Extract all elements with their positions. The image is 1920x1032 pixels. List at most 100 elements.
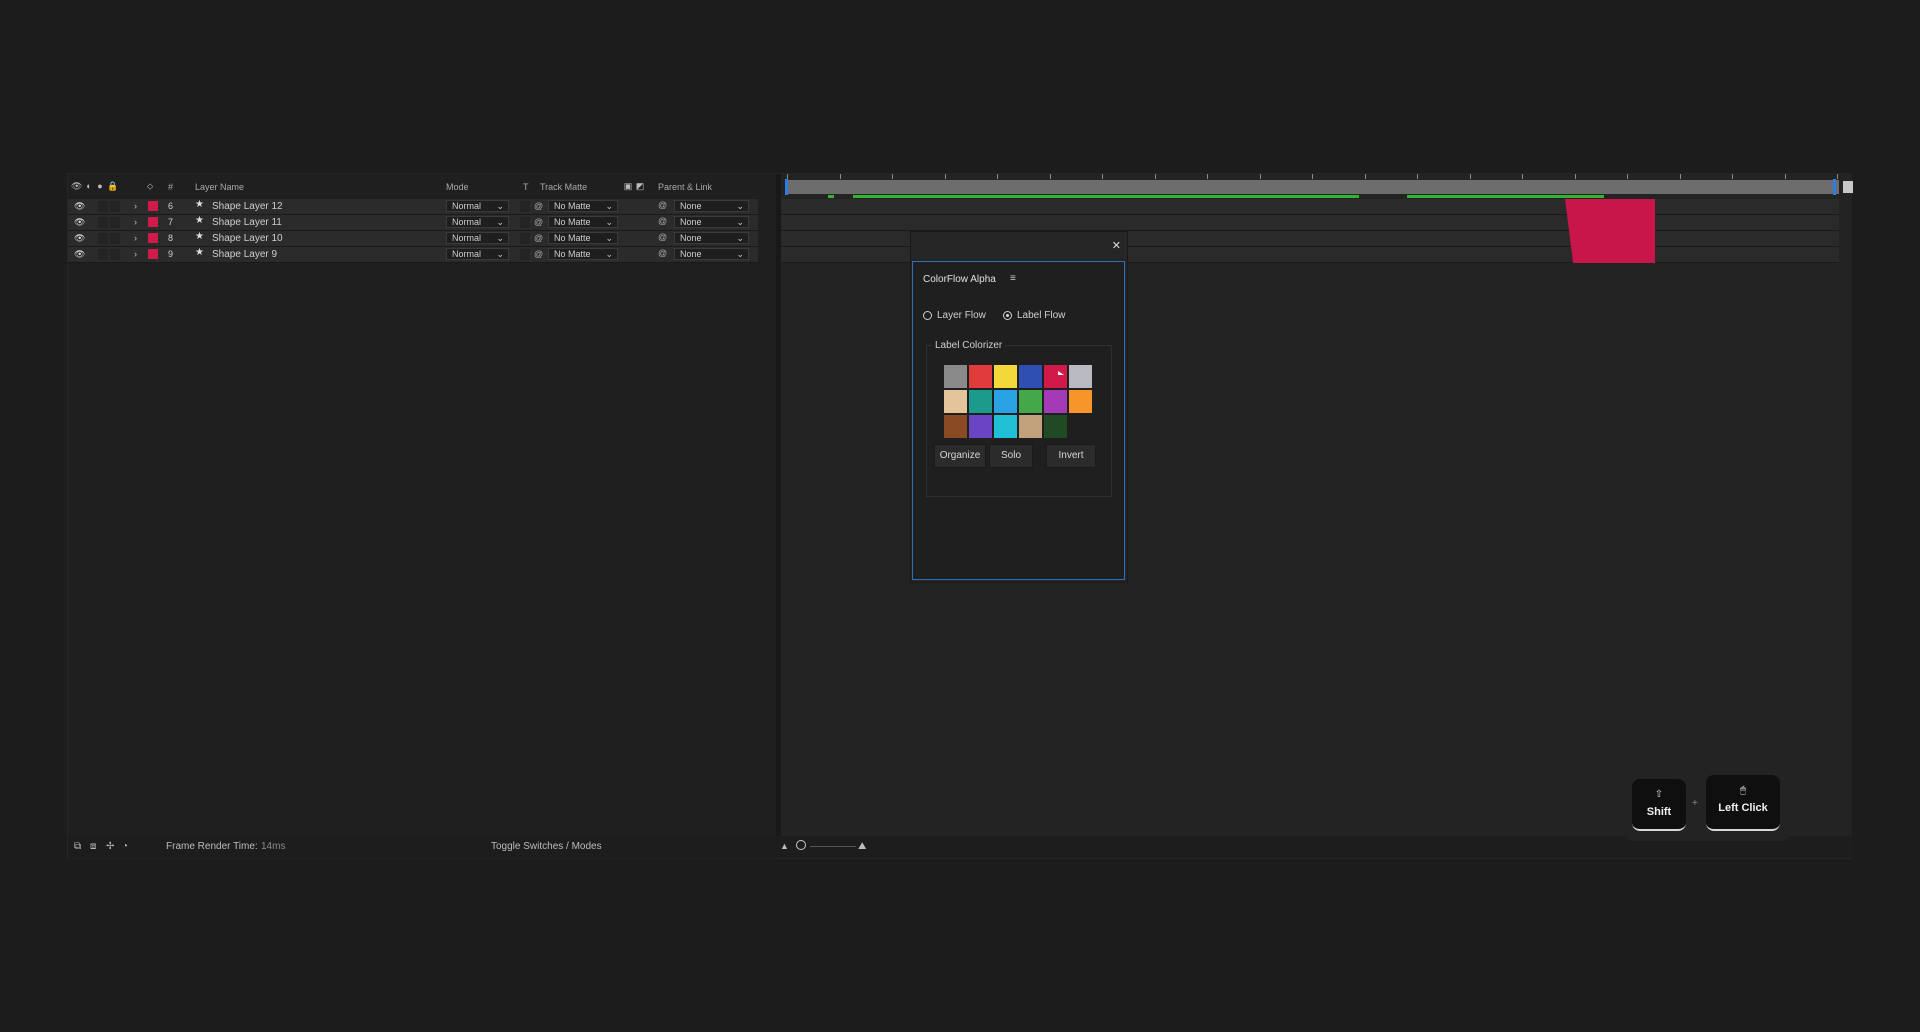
solo-switch[interactable] <box>98 249 108 260</box>
preserve-transparency-switch[interactable] <box>520 201 530 212</box>
zoom-in-icon[interactable]: ⛰ <box>858 841 866 852</box>
invert-button[interactable]: Invert <box>1046 444 1096 468</box>
color-swatch[interactable] <box>944 390 967 413</box>
comp-flowchart-icon[interactable]: ⧈ <box>90 841 96 852</box>
parent-pick-icon[interactable]: ◩ <box>635 181 645 191</box>
preserve-transparency-switch[interactable] <box>520 249 530 260</box>
matte-switch-icon[interactable]: ▣ <box>623 181 633 191</box>
render-toggle-icon[interactable]: ⧉ <box>74 841 81 852</box>
color-swatch[interactable] <box>994 365 1017 388</box>
layer-name[interactable]: Shape Layer 10 <box>212 233 283 244</box>
pick-whip-icon[interactable]: @ <box>658 248 667 258</box>
color-swatch[interactable] <box>994 390 1017 413</box>
lock-icon[interactable]: 🔒 <box>107 181 118 191</box>
color-swatch[interactable] <box>944 415 967 438</box>
chevron-right-icon[interactable]: › <box>134 217 137 227</box>
color-swatch[interactable] <box>1069 365 1092 388</box>
timeline-track[interactable] <box>781 199 1839 215</box>
zoom-slider-track[interactable] <box>810 846 856 847</box>
mode-dropdown[interactable]: Normal ⌄ <box>446 216 509 228</box>
layer-row[interactable]: 👁 › 7 ★ Shape Layer 11 Normal ⌄ @ No Matt… <box>68 215 758 231</box>
zoom-slider-knob[interactable] <box>796 840 806 850</box>
color-swatch[interactable] <box>1019 365 1042 388</box>
color-swatch[interactable] <box>1019 415 1042 438</box>
eye-icon[interactable]: 👁 <box>74 249 85 260</box>
toggle-switches-modes[interactable]: Toggle Switches / Modes <box>491 841 602 852</box>
label-color-chip[interactable] <box>148 201 158 211</box>
track-matte-dropdown[interactable]: No Matte ⌄ <box>548 200 618 212</box>
color-swatch[interactable] <box>1069 390 1092 413</box>
parent-dropdown[interactable]: None ⌄ <box>674 248 749 260</box>
audio-icon[interactable]: ◖ <box>83 181 93 191</box>
mode-dropdown[interactable]: Normal ⌄ <box>446 248 509 260</box>
label-color-chip[interactable] <box>148 249 158 259</box>
chevron-right-icon[interactable]: › <box>134 233 137 243</box>
color-swatch[interactable] <box>1044 390 1067 413</box>
pick-whip-icon[interactable]: @ <box>658 232 667 242</box>
eye-icon[interactable]: 👁 <box>74 233 85 244</box>
lock-switch[interactable] <box>110 217 120 228</box>
motion-blur-icon[interactable]: ✢ <box>106 841 114 852</box>
playhead[interactable] <box>1843 181 1853 193</box>
solo-switch[interactable] <box>98 201 108 212</box>
lock-switch[interactable] <box>110 249 120 260</box>
mode-dropdown[interactable]: Normal ⌄ <box>446 232 509 244</box>
matte-spiral-icon[interactable]: @ <box>534 217 543 227</box>
matte-spiral-icon[interactable]: @ <box>534 249 543 259</box>
color-swatch[interactable] <box>1044 415 1067 438</box>
zoom-out-icon[interactable]: ▲ <box>780 841 789 851</box>
label-flow-label[interactable]: Label Flow <box>1017 310 1065 321</box>
time-ruler[interactable] <box>787 180 1839 194</box>
eye-icon[interactable]: 👁 <box>71 181 82 191</box>
color-swatch[interactable] <box>969 415 992 438</box>
radio-layer-flow[interactable] <box>923 311 932 320</box>
preserve-transparency-switch[interactable] <box>520 217 530 228</box>
label-color-chip[interactable] <box>148 233 158 243</box>
mode-dropdown[interactable]: Normal ⌄ <box>446 200 509 212</box>
label-color-chip[interactable] <box>148 217 158 227</box>
organize-button[interactable]: Organize <box>934 444 986 468</box>
layer-row[interactable]: 👁 › 6 ★ Shape Layer 12 Normal ⌄ @ No Matt… <box>68 199 758 215</box>
graph-editor-icon[interactable]: ◔ <box>122 841 128 852</box>
timeline-track[interactable] <box>781 215 1839 231</box>
layer-duration-bar[interactable] <box>1565 199 1655 263</box>
color-swatch[interactable] <box>994 415 1017 438</box>
close-icon[interactable]: ✕ <box>1112 239 1121 252</box>
eye-icon[interactable]: 👁 <box>74 201 85 212</box>
layer-name[interactable]: Shape Layer 9 <box>212 249 277 260</box>
layer-row[interactable]: 👁 › 9 ★ Shape Layer 9 Normal ⌄ @ No Matte… <box>68 247 758 263</box>
matte-spiral-icon[interactable]: @ <box>534 233 543 243</box>
pick-whip-icon[interactable]: @ <box>658 200 667 210</box>
header-layer-name[interactable]: Layer Name <box>195 182 244 192</box>
lock-switch[interactable] <box>110 201 120 212</box>
solo-switch[interactable] <box>98 233 108 244</box>
pick-whip-icon[interactable]: @ <box>658 216 667 226</box>
color-swatch[interactable] <box>969 390 992 413</box>
matte-spiral-icon[interactable]: @ <box>534 201 543 211</box>
track-matte-dropdown[interactable]: No Matte ⌄ <box>548 232 618 244</box>
layer-row[interactable]: 👁 › 8 ★ Shape Layer 10 Normal ⌄ @ No Matt… <box>68 231 758 247</box>
solo-icon[interactable]: ● <box>95 181 105 191</box>
parent-dropdown[interactable]: None ⌄ <box>674 216 749 228</box>
radio-label-flow[interactable] <box>1003 311 1012 320</box>
work-area-end-handle[interactable] <box>1833 179 1836 195</box>
eye-icon[interactable]: 👁 <box>74 217 85 228</box>
layer-flow-label[interactable]: Layer Flow <box>937 310 986 321</box>
track-matte-dropdown[interactable]: No Matte ⌄ <box>548 248 618 260</box>
color-swatch[interactable] <box>944 365 967 388</box>
layer-name[interactable]: Shape Layer 11 <box>212 217 282 228</box>
color-swatch[interactable] <box>969 365 992 388</box>
chevron-right-icon[interactable]: › <box>134 249 137 259</box>
solo-switch[interactable] <box>98 217 108 228</box>
chevron-right-icon[interactable]: › <box>134 201 137 211</box>
layer-name[interactable]: Shape Layer 12 <box>212 201 283 212</box>
label-tag-icon[interactable]: ⬦ <box>145 181 155 191</box>
parent-dropdown[interactable]: None ⌄ <box>674 200 749 212</box>
color-swatch[interactable] <box>1019 390 1042 413</box>
color-swatch[interactable] <box>1044 365 1067 388</box>
parent-dropdown[interactable]: None ⌄ <box>674 232 749 244</box>
preserve-transparency-switch[interactable] <box>520 233 530 244</box>
track-matte-dropdown[interactable]: No Matte ⌄ <box>548 216 618 228</box>
hamburger-icon[interactable]: ≡ <box>1010 273 1016 284</box>
lock-switch[interactable] <box>110 233 120 244</box>
